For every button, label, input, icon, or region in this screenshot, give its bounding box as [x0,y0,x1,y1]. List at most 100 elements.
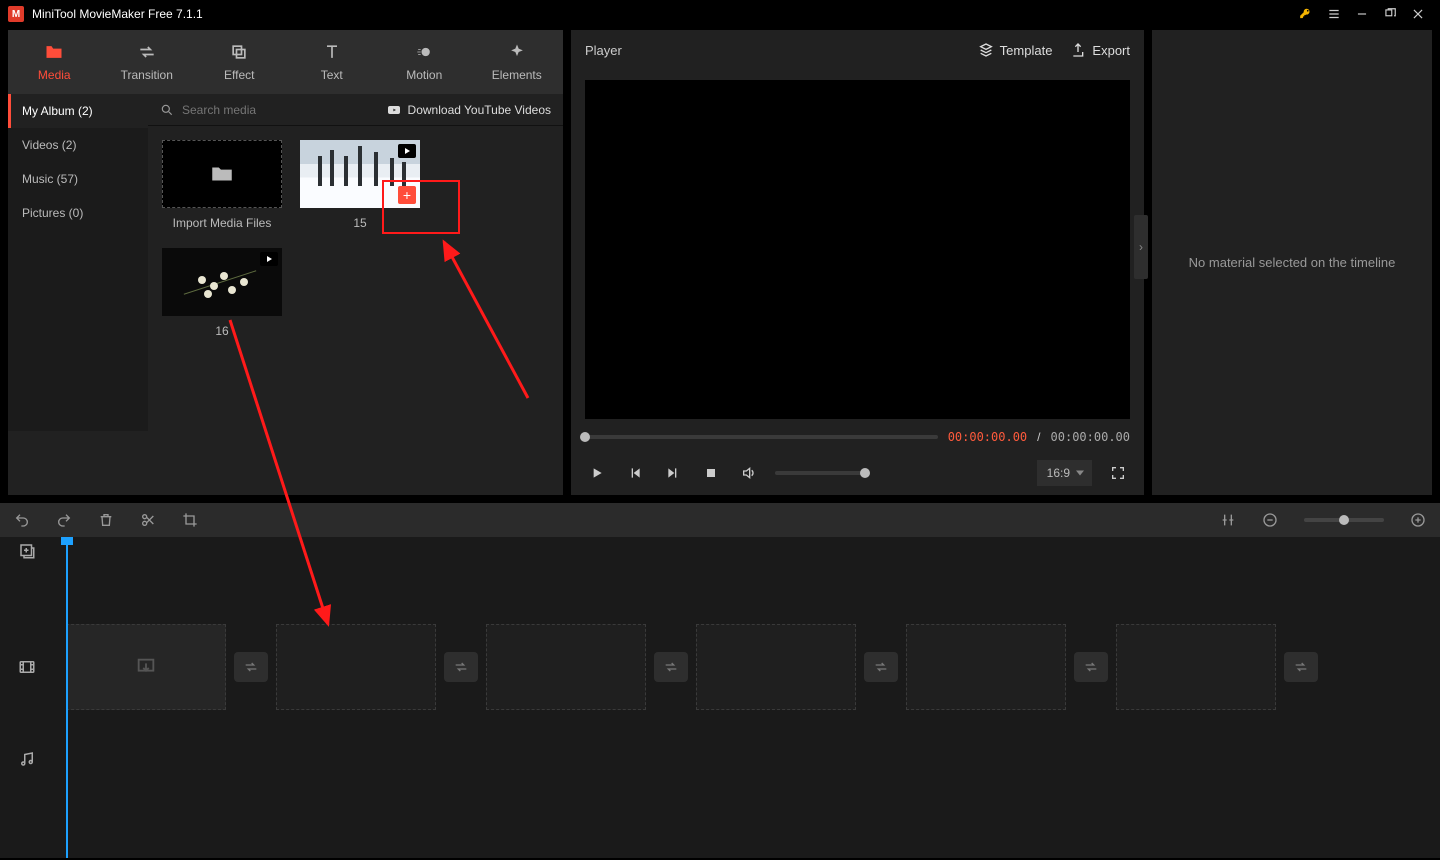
app-title: MiniTool MovieMaker Free 7.1.1 [32,7,203,21]
folder-open-icon [209,161,235,187]
video-track-icon [0,621,54,713]
delete-button[interactable] [98,512,114,528]
timeline-gutter [0,537,54,858]
volume-slider[interactable] [775,471,865,475]
sidebar-item-pictures[interactable]: Pictures (0) [8,196,148,230]
timeline-drop-slot[interactable] [696,624,856,710]
audio-track[interactable] [54,713,1440,805]
transition-slot[interactable] [234,652,268,682]
sparkle-icon [507,42,527,62]
drop-here-icon [135,656,157,678]
fullscreen-button[interactable] [1106,461,1130,485]
zoom-in-button[interactable] [1410,512,1426,528]
expand-panel-handle[interactable]: › [1134,215,1148,279]
transition-slot[interactable] [1074,652,1108,682]
timeline-drop-slot[interactable] [486,624,646,710]
next-frame-button[interactable] [661,461,685,485]
transition-slot[interactable] [444,652,478,682]
tab-effect[interactable]: Effect [193,30,286,94]
player-controls: 16:9 [571,451,1144,495]
youtube-link-label: Download YouTube Videos [408,103,551,117]
import-media-label: Import Media Files [173,216,272,230]
zoom-out-button[interactable] [1262,512,1278,528]
timeline-toolbar [0,503,1440,537]
auto-fit-button[interactable] [1220,512,1236,528]
maximize-button[interactable] [1376,0,1404,28]
time-separator: / [1037,430,1040,444]
app-logo-icon: M [8,6,24,22]
sidebar-item-label: Music (57) [22,172,78,186]
title-bar: M MiniTool MovieMaker Free 7.1.1 [0,0,1440,28]
media-toolbar: Download YouTube Videos [148,94,563,126]
search-input[interactable] [182,103,378,117]
sidebar-item-label: Pictures (0) [22,206,83,220]
audio-track-icon [0,713,54,805]
aspect-ratio-select[interactable]: 16:9 [1037,460,1092,486]
video-badge-icon [260,252,278,266]
scrub-track[interactable] [585,435,938,439]
crop-button[interactable] [182,512,198,528]
timeline-drop-slot[interactable] [1116,624,1276,710]
sidebar-item-music[interactable]: Music (57) [8,162,148,196]
media-clip-15[interactable]: + 15 [300,140,420,230]
video-track[interactable] [54,621,1440,713]
tab-transition-label: Transition [121,68,173,82]
template-stack-icon [978,42,994,58]
import-media-tile[interactable]: Import Media Files [162,140,282,230]
player-panel: Player Template Export › 00:00:00.00 / 0… [571,30,1144,495]
add-track-button[interactable] [0,537,54,565]
timeline-ruler[interactable] [54,537,1440,565]
video-preview[interactable] [585,80,1130,419]
inspector-empty-message: No material selected on the timeline [1189,255,1396,270]
tab-media-label: Media [38,68,71,82]
inspector-panel: No material selected on the timeline [1152,30,1432,495]
clip-label: 16 [215,324,228,338]
template-button[interactable]: Template [978,42,1053,58]
timeline-drop-slot[interactable] [66,624,226,710]
swap-icon [137,42,157,62]
split-button[interactable] [140,512,156,528]
transition-slot[interactable] [1284,652,1318,682]
transition-slot[interactable] [654,652,688,682]
tab-media[interactable]: Media [8,30,101,94]
export-label: Export [1092,43,1130,58]
aspect-ratio-value: 16:9 [1047,466,1070,480]
minimize-button[interactable] [1348,0,1376,28]
add-to-timeline-button[interactable]: + [398,186,416,204]
sidebar-item-label: My Album (2) [22,104,93,118]
premium-key-icon[interactable] [1292,0,1320,28]
time-total: 00:00:00.00 [1051,430,1130,444]
playhead[interactable] [66,537,68,858]
tab-elements[interactable]: Elements [471,30,564,94]
prev-frame-button[interactable] [623,461,647,485]
download-youtube-link[interactable]: Download YouTube Videos [386,102,551,118]
export-button[interactable]: Export [1070,42,1130,58]
tab-text[interactable]: Text [286,30,379,94]
close-button[interactable] [1404,0,1432,28]
sidebar-item-my-album[interactable]: My Album (2) [8,94,148,128]
stop-button[interactable] [699,461,723,485]
timeline-drop-slot[interactable] [906,624,1066,710]
transition-slot[interactable] [864,652,898,682]
zoom-handle[interactable] [1339,515,1349,525]
tab-motion[interactable]: Motion [378,30,471,94]
clip-label: 15 [353,216,366,230]
volume-handle[interactable] [860,468,870,478]
timeline-area [0,503,1440,858]
zoom-slider[interactable] [1304,518,1384,522]
timeline-tracks[interactable] [54,537,1440,858]
sidebar-item-videos[interactable]: Videos (2) [8,128,148,162]
tab-transition[interactable]: Transition [101,30,194,94]
play-button[interactable] [585,461,609,485]
volume-button[interactable] [737,461,761,485]
undo-button[interactable] [14,512,30,528]
scrub-handle[interactable] [580,432,590,442]
timeline-drop-slot[interactable] [276,624,436,710]
media-top-tabs: Media Transition Effect Text Motion Elem… [8,30,563,94]
menu-icon[interactable] [1320,0,1348,28]
export-icon [1070,42,1086,58]
youtube-icon [386,102,402,118]
media-clip-16[interactable]: 16 [162,248,282,338]
layers-icon [229,42,249,62]
redo-button[interactable] [56,512,72,528]
